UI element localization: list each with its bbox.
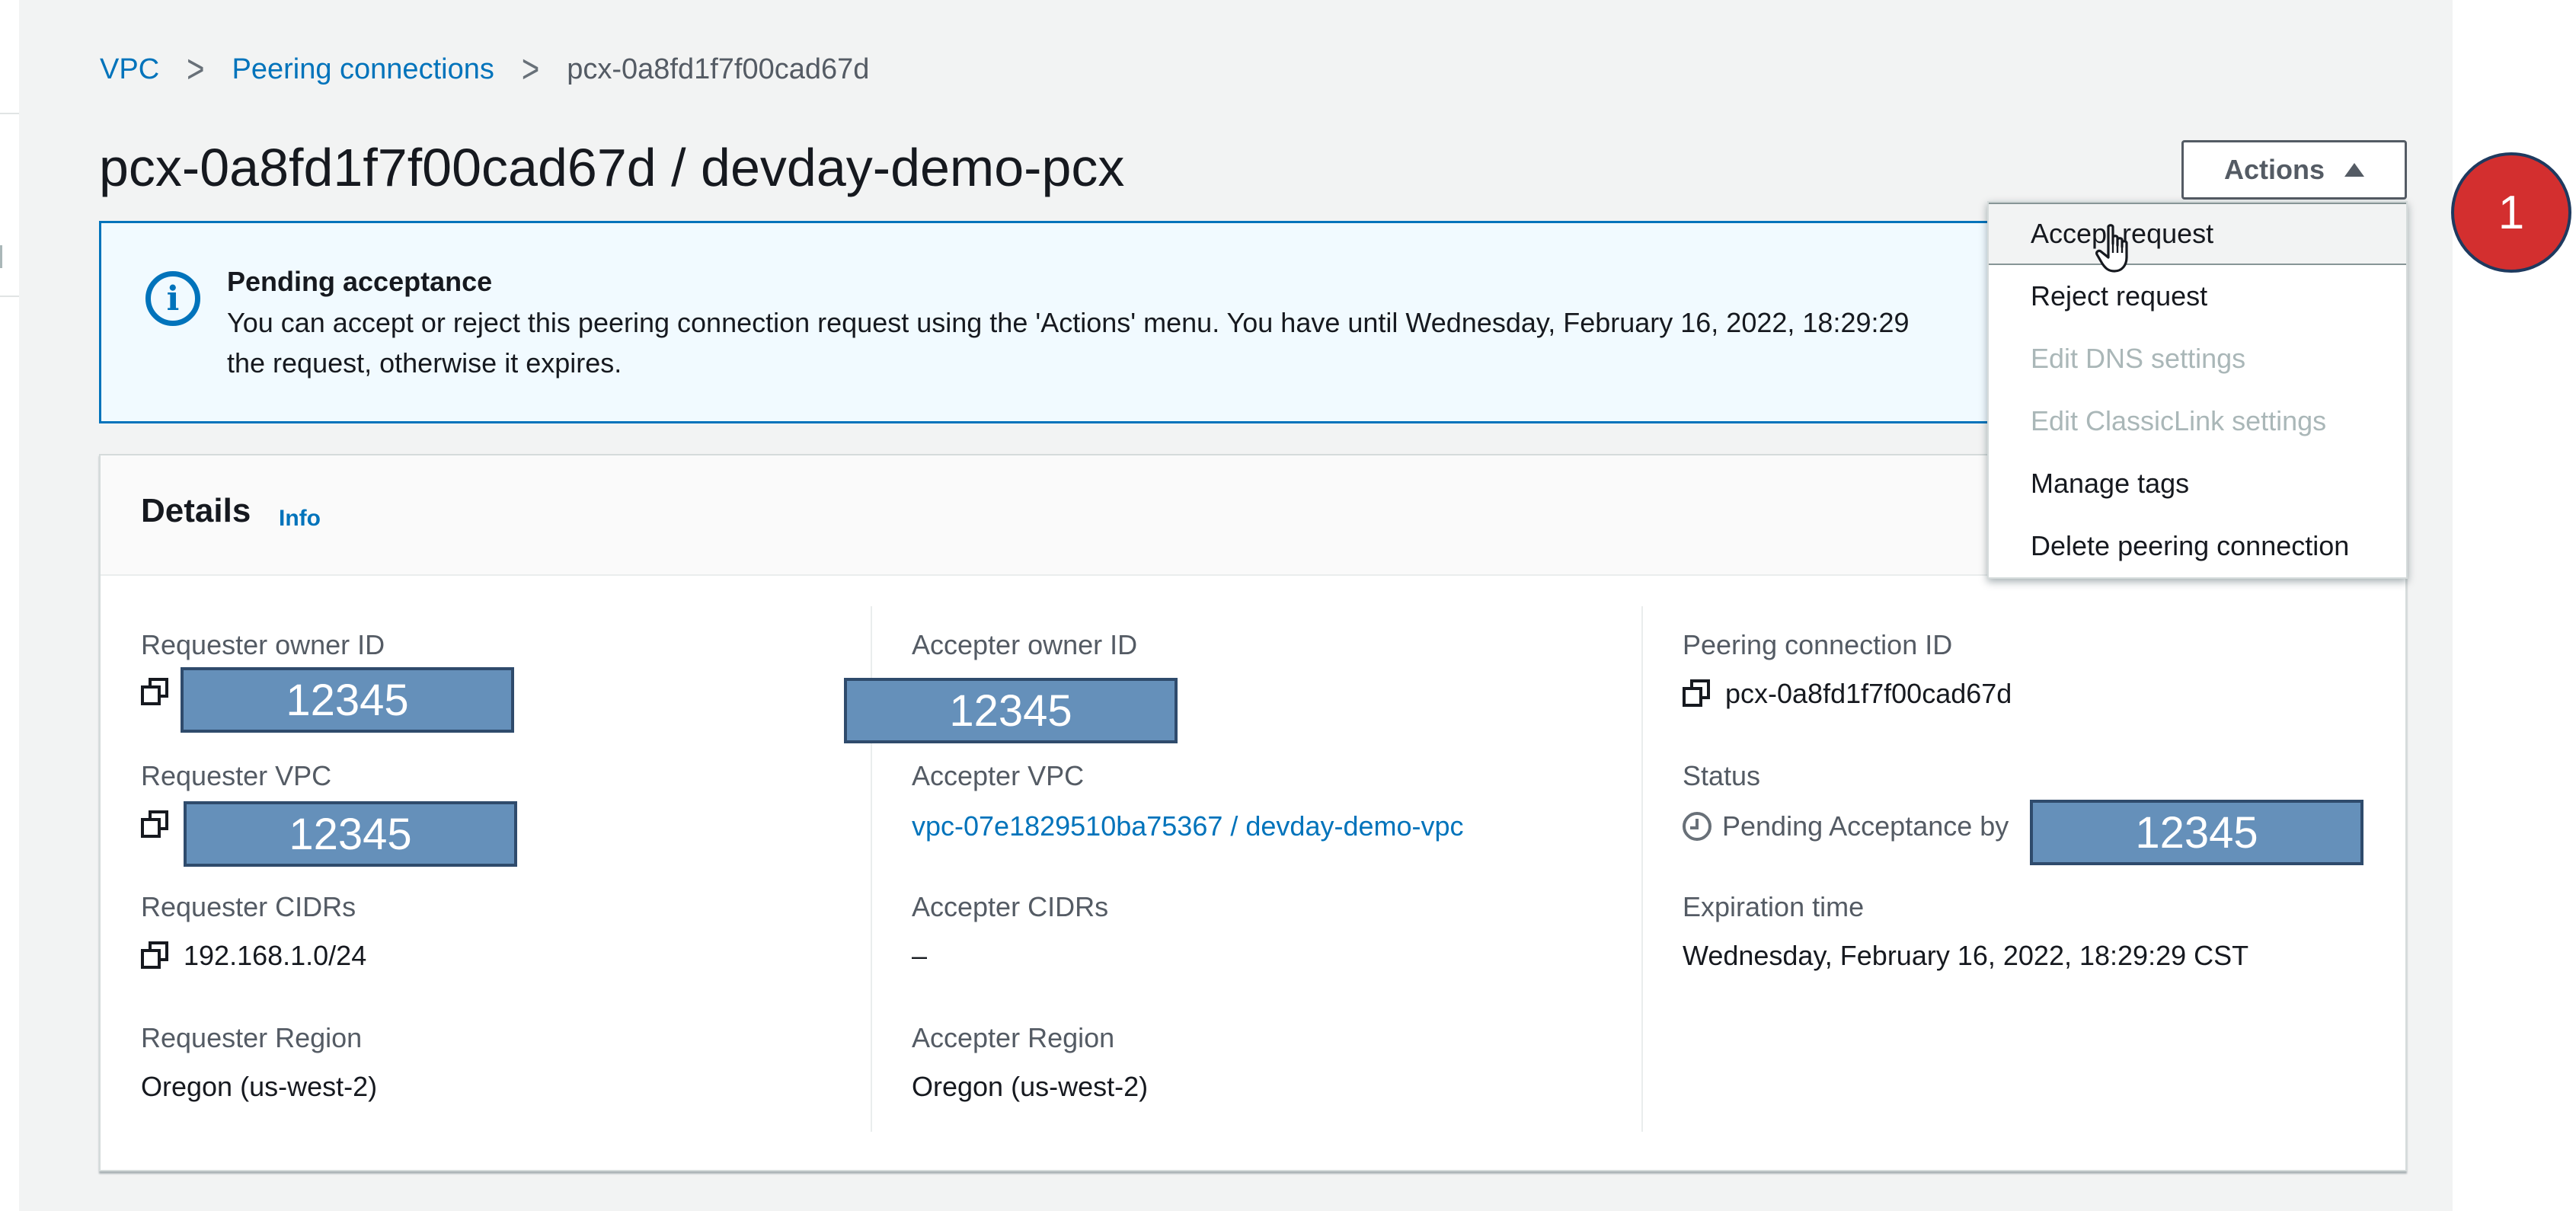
caret-up-icon	[2344, 163, 2364, 177]
accepter-vpc-label: Accepter VPC	[912, 760, 1085, 791]
requester-vpc-label: Requester VPC	[141, 760, 332, 791]
accepter-region-value: Oregon (us-west-2)	[912, 1071, 1149, 1102]
details-info-link[interactable]: Info	[279, 506, 321, 532]
redacted-status-account: 12345	[2030, 800, 2363, 865]
expiration-time-label: Expiration time	[1683, 891, 1865, 922]
accepter-cidrs-value: –	[912, 940, 928, 971]
accepter-region-label: Accepter Region	[912, 1022, 1115, 1053]
alert-message-line-1: You can accept or reject this peering co…	[227, 307, 1910, 338]
copy-icon[interactable]	[1683, 679, 1711, 708]
redacted-requester-owner-id: 12345	[181, 667, 514, 733]
copy-icon[interactable]	[141, 810, 170, 839]
left-edge-tick	[0, 245, 2, 268]
breadcrumb-peering-connections-link[interactable]: Peering connections	[232, 53, 494, 86]
step-number-badge: 1	[2451, 152, 2571, 273]
hand-cursor-icon	[2095, 224, 2128, 273]
menu-item-accept-request[interactable]: Accept request	[1989, 203, 2406, 265]
page-title: pcx-0a8fd1f7f00cad67d / devday-demo-pcx	[99, 138, 1125, 197]
accepter-vpc-link[interactable]: vpc-07e1829510ba75367 / devday-demo-vpc	[912, 810, 1464, 842]
requester-cidrs-text: 192.168.1.0/24	[184, 940, 367, 971]
requester-owner-id-value	[141, 678, 184, 707]
actions-button[interactable]: Actions	[2181, 140, 2407, 200]
peering-connection-id-label: Peering connection ID	[1683, 629, 1953, 660]
expiration-time-value: Wednesday, February 16, 2022, 18:29:29 C…	[1683, 940, 2249, 971]
actions-button-label: Actions	[2223, 154, 2325, 185]
menu-item-manage-tags[interactable]: Manage tags	[1989, 452, 2406, 515]
alert-message-line-2: the request, otherwise it expires.	[227, 347, 622, 379]
accepter-cidrs-label: Accepter CIDRs	[912, 891, 1109, 922]
status-label: Status	[1683, 760, 1761, 791]
requester-owner-id-label: Requester owner ID	[141, 629, 385, 660]
status-value: Pending Acceptance by	[1683, 810, 2009, 842]
requester-region-value: Oregon (us-west-2)	[141, 1071, 378, 1102]
menu-item-reject-request[interactable]: Reject request	[1989, 265, 2406, 328]
left-edge-rule-bottom	[0, 296, 19, 297]
breadcrumb: VPC > Peering connections > pcx-0a8fd1f7…	[100, 47, 870, 91]
peering-connection-id-text: pcx-0a8fd1f7f00cad67d	[1725, 678, 2012, 709]
copy-icon[interactable]	[141, 941, 170, 970]
details-title: Details	[141, 492, 251, 529]
alert-title: Pending acceptance	[227, 266, 493, 297]
peering-connection-id-value: pcx-0a8fd1f7f00cad67d	[1683, 678, 2012, 710]
menu-item-edit-dns-settings: Edit DNS settings	[2031, 343, 2246, 374]
requester-cidrs-value: 192.168.1.0/24	[141, 940, 366, 972]
clock-icon	[1683, 812, 1711, 841]
menu-item-edit-classiclink-settings: Edit ClassicLink settings	[2031, 405, 2327, 436]
breadcrumb-separator-icon: >	[521, 46, 540, 91]
breadcrumb-current: pcx-0a8fd1f7f00cad67d	[567, 53, 870, 85]
menu-item-delete-peering-connection[interactable]: Delete peering connection	[1989, 515, 2406, 577]
requester-cidrs-label: Requester CIDRs	[141, 891, 356, 922]
info-icon: i	[145, 271, 200, 326]
redacted-accepter-owner-id: 12345	[844, 678, 1178, 743]
actions-dropdown-menu: Accept request Reject request Edit DNS s…	[1987, 201, 2408, 579]
breadcrumb-vpc-link[interactable]: VPC	[100, 53, 159, 86]
accepter-owner-id-label: Accepter owner ID	[912, 629, 1138, 660]
column-divider	[1641, 606, 1643, 1132]
redacted-requester-vpc: 12345	[184, 801, 517, 867]
copy-icon[interactable]	[141, 678, 170, 707]
status-text: Pending Acceptance by	[1722, 810, 2009, 842]
breadcrumb-separator-icon: >	[187, 46, 205, 91]
requester-region-label: Requester Region	[141, 1022, 363, 1053]
requester-vpc-value	[141, 810, 184, 839]
left-edge-rule-top	[0, 113, 19, 114]
